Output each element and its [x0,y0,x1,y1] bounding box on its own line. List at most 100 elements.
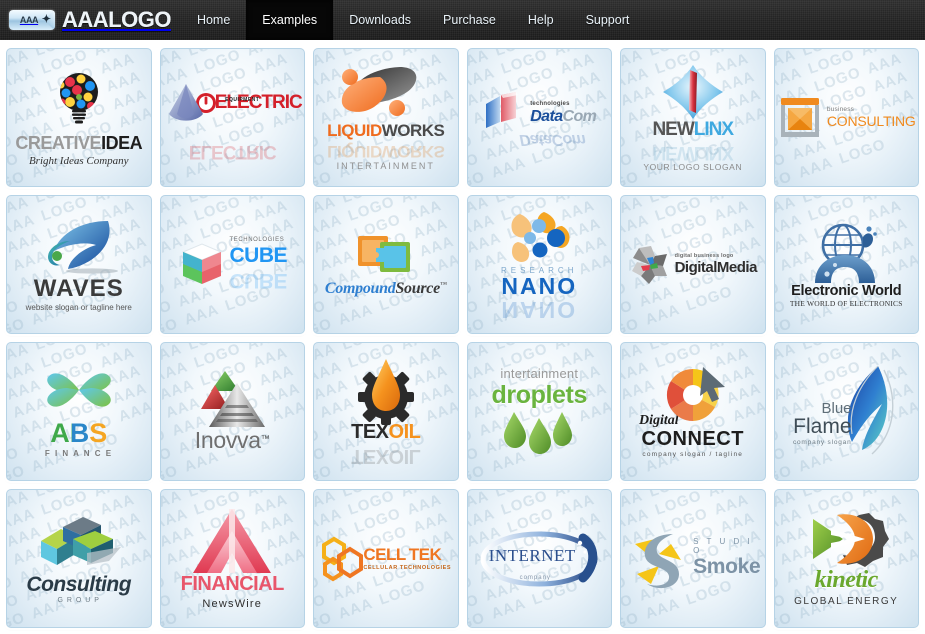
logo-tagline: YOUR LOGO SLOGAN [643,161,743,172]
logo-tile-digital-media[interactable]: digital business logo DigitalMedia [620,195,766,334]
pinwheel-icon [631,245,667,284]
logo-tagline: EQUIPMENT [225,96,260,103]
logo-tagline: S T U D I O [693,536,753,555]
logo-tile-new-linx[interactable]: NEWLINX NEWLINX YOUR LOGO SLOGAN [620,48,766,187]
logo-tile-creative-idea[interactable]: CREATIVEIDEA Bright Ideas Company [6,48,152,187]
nav-item-help[interactable]: Help [512,0,570,40]
plus-icon: ✦ [41,13,51,26]
logo-tile-electronic-world[interactable]: Electronic World THE WORLD OF ELECTRONIC… [773,195,919,334]
logo-name-secondary: IDEA [101,132,143,153]
logo-tile-liquid-works[interactable]: LIQUIDWORKS LIQUIDWORKS INTERTAINMENT [313,48,459,187]
nav-item-support[interactable]: Support [570,0,646,40]
logo-name-primary: NANO [501,273,578,300]
logo-tile-droplets[interactable]: intertainment droplets [466,342,612,481]
globe-hand-icon [815,223,878,283]
puzzle-pieces-icon [357,235,410,272]
logo-name-primary: CONSULTING [826,113,916,130]
logo-name-secondary: Com [562,107,597,125]
logo-name-primary: CUBE [229,243,287,267]
logo-tile-studio-smoke[interactable]: S T U D I O Smoke [620,489,766,628]
logo-tagline: NewsWire [202,597,263,610]
logo-name-primary: ABS [50,418,108,449]
logo-tagline: F I N A N C E [44,449,113,459]
butterfly-leaves-icon [46,373,111,407]
main-navigation: Home Examples Downloads Purchase Help Su… [181,0,645,40]
logo-tile-blue-flame[interactable]: Blue Flame company slogan [773,342,919,481]
brand-mark-text: AAA [19,15,39,25]
logo-name-secondary: WORKS [381,121,445,141]
three-droplets-icon [504,411,573,454]
logo-tagline: G R O U P [57,596,100,604]
logo-tile-nano[interactable]: RESEARCH NANO NANO [466,195,612,334]
isometric-arrows-icon [40,516,121,565]
logo-tile-digital-connect[interactable]: Digital CONNECT company slogan / tagline [620,342,766,481]
logo-tile-waves[interactable]: WAVES website slogan or tagline here [6,195,152,334]
logo-tile-cube[interactable]: TECHNOLOGIES CUBE CUBE [159,195,305,334]
logo-tagline: company slogan / tagline [642,450,744,458]
logo-name-secondary: OIL [388,420,421,443]
logo-tile-consulting[interactable]: business CONSULTING [773,48,919,187]
logo-name-secondary: Source [395,279,440,297]
electric-cone-icon [168,83,203,121]
logo-name-secondary: CONNECT [641,427,744,450]
logo-tile-financial-newswire[interactable]: FINANCIAL NewsWire [159,489,305,628]
logo-name-primary: INTERNET [488,545,576,565]
logo-tagline: ™ [439,280,447,289]
logo-tile-data-com[interactable]: technologies DataCom DataCom [466,48,612,187]
logo-tile-inovva[interactable]: Inovva™ [159,342,305,481]
nav-item-examples[interactable]: Examples [246,0,334,40]
logo-tile-cell-tek[interactable]: CELLTEK CELLULAR TECHNOLOGIES [313,489,459,628]
pie-cursor-icon [666,366,725,421]
cube-icon [182,242,223,284]
data-books-icon [486,91,519,128]
brand-logo-link[interactable]: AAA ✦ AAALOGO [0,0,171,40]
logo-name-primary: kinetic [814,566,879,593]
logo-name-secondary: Media [716,259,758,277]
nav-item-purchase[interactable]: Purchase [427,0,512,40]
logo-tile-abs-finance[interactable]: ABS F I N A N C E [6,342,152,481]
logo-tile-kinetic[interactable]: kinetic GLOBAL ENERGY [773,489,919,628]
logo-tagline: INTERTAINMENT [336,161,435,172]
logo-name-primary: NEW [652,118,694,140]
logo-tagline: website slogan or tagline here [25,302,132,312]
logo-tagline: GLOBAL ENERGY [794,595,899,607]
logo-tile-tex-oil[interactable]: TEXOIL TEXOIL [313,342,459,481]
logo-name-secondary: TEK [408,545,442,565]
logo-name-primary: Compound [324,279,396,297]
wave-swoosh-icon [47,220,118,274]
logo-tile-internet[interactable]: INTERNET company [466,489,612,628]
logo-name-primary: Data [530,107,563,125]
s-swirl-icon [635,533,682,588]
liquid-droplets-icon [341,67,417,117]
triangle-pyramid-icon [201,371,266,427]
logo-tagline: business [826,105,855,113]
logo-name-primary: Digital [674,259,718,277]
logo-name-primary: CELL [363,545,406,565]
logo-name-primary: Consulting [26,572,132,596]
arrow-gear-icon [813,512,890,567]
logo-name-secondary: LINX [693,118,734,140]
hexagon-cells-icon [322,536,364,581]
logo-tagline: intertainment [500,366,579,382]
logo-tile-consulting-group[interactable]: Consulting G R O U P [6,489,152,628]
frame-square-icon [780,97,819,137]
logo-tagline: company [519,574,551,581]
molecule-icon [511,211,570,262]
logo-tagline: THE WORLD OF ELECTRONICS [789,298,903,308]
logo-name-primary: CREATIVE [15,132,102,153]
logo-name-secondary: ™ [260,433,270,444]
site-header: AAA ✦ AAALOGO Home Examples Downloads Pu… [0,0,925,40]
logo-tile-electric[interactable]: ELECTRIC EQUIPMENT ELECTRIC [159,48,305,187]
logo-name-primary: LIQUID [327,121,382,141]
logo-name-secondary: Flame [793,414,852,438]
brand-name: AAALOGO [62,7,171,32]
chevron-triangle-icon [193,508,272,573]
logo-tagline: TECHNOLOGIES [229,237,285,244]
nav-item-downloads[interactable]: Downloads [333,0,427,40]
logo-name-primary: WAVES [33,274,124,302]
gear-oildrop-icon [357,358,414,425]
logo-name-primary: droplets [491,380,588,409]
aaa-battery-icon: AAA ✦ [9,10,55,30]
nav-item-home[interactable]: Home [181,0,246,40]
logo-tile-compound-source[interactable]: CompoundSource™ [313,195,459,334]
